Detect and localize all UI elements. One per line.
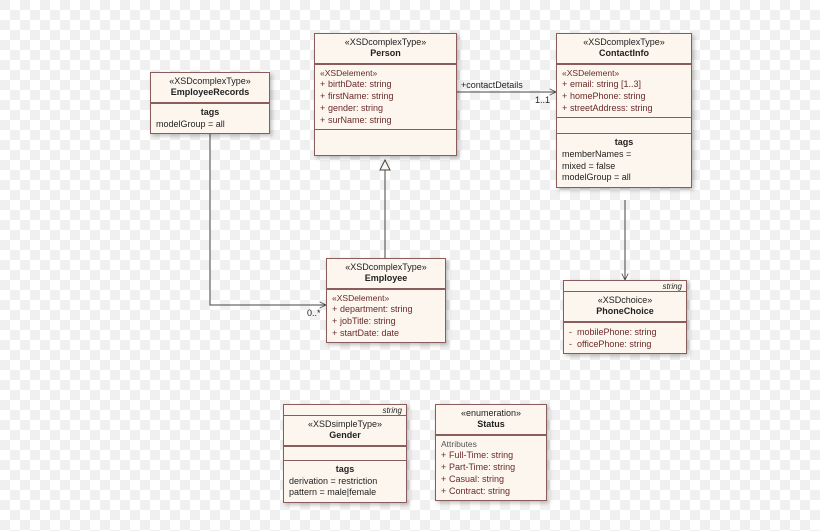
edge-mult-employee: 0..*: [307, 308, 321, 318]
empty-section: [315, 129, 456, 155]
tag-item: memberNames =: [562, 149, 686, 161]
attributes-section: Attributes +Full-Time: string +Part-Time…: [436, 435, 546, 501]
class-status[interactable]: «enumeration» Status Attributes +Full-Ti…: [435, 404, 547, 501]
attribute: +gender: string: [320, 102, 451, 114]
attribute: +Casual: string: [441, 473, 541, 485]
attributes-section: -mobilePhone: string -officePhone: strin…: [564, 322, 686, 353]
tag-item: modelGroup = all: [156, 119, 264, 131]
class-header: «XSDsimpleType» Gender: [284, 415, 406, 446]
class-employee-records[interactable]: «XSDcomplexType» EmployeeRecords tags mo…: [150, 72, 270, 134]
class-contact-info[interactable]: «XSDcomplexType» ContactInfo «XSDelement…: [556, 33, 692, 188]
tags-section: tags derivation = restriction pattern = …: [284, 460, 406, 502]
attribute: +homePhone: string: [562, 90, 686, 102]
class-header: «XSDcomplexType» Person: [315, 34, 456, 64]
class-header: «XSDcomplexType» ContactInfo: [557, 34, 691, 64]
edge-label-contact-details: +contactDetails: [461, 80, 523, 90]
attribute: +email: string [1..3]: [562, 78, 686, 90]
attribute: +birthDate: string: [320, 78, 451, 90]
class-header: «enumeration» Status: [436, 405, 546, 435]
class-gender[interactable]: string «XSDsimpleType» Gender tags deriv…: [283, 404, 407, 503]
class-name: Person: [319, 48, 452, 59]
stereotype: «XSDcomplexType»: [155, 76, 265, 87]
role-label: string: [564, 281, 686, 291]
empty-section: [557, 117, 691, 133]
attr-header: Attributes: [441, 439, 541, 449]
class-person[interactable]: «XSDcomplexType» Person «XSDelement» +bi…: [314, 33, 457, 156]
class-header: «XSDchoice» PhoneChoice: [564, 291, 686, 322]
class-name: Employee: [331, 273, 441, 284]
attribute: +department: string: [332, 303, 440, 315]
class-name: PhoneChoice: [568, 306, 682, 317]
tag-item: mixed = false: [562, 161, 686, 173]
empty-section: [284, 446, 406, 460]
tags-section: tags modelGroup = all: [151, 103, 269, 134]
attribute: +Part-Time: string: [441, 461, 541, 473]
attribute: +jobTitle: string: [332, 315, 440, 327]
class-phone-choice[interactable]: string «XSDchoice» PhoneChoice -mobilePh…: [563, 280, 687, 354]
edge-mult-contact-details: 1..1: [535, 95, 550, 105]
attribute: +Full-Time: string: [441, 449, 541, 461]
tags-title: tags: [289, 464, 401, 476]
attribute: +startDate: date: [332, 327, 440, 339]
class-name: ContactInfo: [561, 48, 687, 59]
attribute: +surName: string: [320, 114, 451, 126]
attributes-section: «XSDelement» +email: string [1..3] +home…: [557, 64, 691, 117]
stereotype: «XSDcomplexType»: [561, 37, 687, 48]
attribute: -officePhone: string: [569, 338, 681, 350]
attr-stereotype: «XSDelement»: [332, 293, 440, 303]
attribute: +streetAddress: string: [562, 102, 686, 114]
class-header: «XSDcomplexType» Employee: [327, 259, 445, 289]
class-header: «XSDcomplexType» EmployeeRecords: [151, 73, 269, 103]
tags-title: tags: [562, 137, 686, 149]
attributes-section: «XSDelement» +department: string +jobTit…: [327, 289, 445, 342]
attr-stereotype: «XSDelement»: [562, 68, 686, 78]
attribute: +Contract: string: [441, 485, 541, 497]
stereotype: «XSDcomplexType»: [331, 262, 441, 273]
attribute: +firstName: string: [320, 90, 451, 102]
diagram-canvas: «XSDcomplexType» EmployeeRecords tags mo…: [0, 0, 820, 531]
attribute: -mobilePhone: string: [569, 326, 681, 338]
stereotype: «enumeration»: [440, 408, 542, 419]
tags-title: tags: [156, 107, 264, 119]
tag-item: modelGroup = all: [562, 172, 686, 184]
tag-item: pattern = male|female: [289, 487, 401, 499]
role-label: string: [284, 405, 406, 415]
class-name: Gender: [288, 430, 402, 441]
attr-stereotype: «XSDelement»: [320, 68, 451, 78]
class-name: Status: [440, 419, 542, 430]
tags-section: tags memberNames = mixed = false modelGr…: [557, 133, 691, 187]
stereotype: «XSDsimpleType»: [288, 419, 402, 430]
stereotype: «XSDcomplexType»: [319, 37, 452, 48]
class-name: EmployeeRecords: [155, 87, 265, 98]
class-employee[interactable]: «XSDcomplexType» Employee «XSDelement» +…: [326, 258, 446, 343]
attributes-section: «XSDelement» +birthDate: string +firstNa…: [315, 64, 456, 130]
stereotype: «XSDchoice»: [568, 295, 682, 306]
tag-item: derivation = restriction: [289, 476, 401, 488]
